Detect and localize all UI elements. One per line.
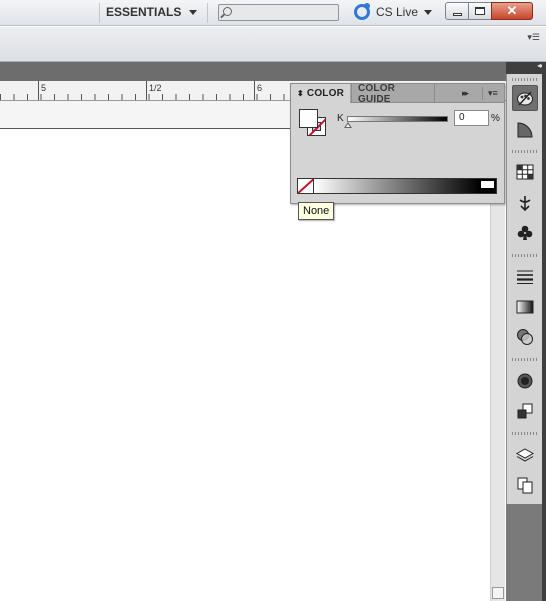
color-panel: ⬍ COLOR COLOR GUIDE ▸▸ ▾≡ K 0 %: [290, 83, 505, 204]
chevron-down-icon: [189, 9, 198, 15]
color-panel-dock-button[interactable]: [512, 85, 538, 111]
close-button[interactable]: ✕: [491, 2, 533, 20]
workspace-label: ESSENTIALS: [106, 5, 182, 19]
search-icon: [223, 7, 232, 16]
cs-live-menu[interactable]: CS Live: [354, 3, 433, 21]
dock-grip[interactable]: [512, 78, 538, 81]
transparency-dock-button[interactable]: [512, 324, 538, 350]
ruler-major-tick: [254, 81, 255, 100]
artboards-dock-button[interactable]: [512, 472, 538, 498]
cs-live-icon: [354, 3, 370, 20]
ruler-major-tick: [38, 81, 39, 100]
fill-swatch[interactable]: [299, 109, 318, 128]
tab-color[interactable]: ⬍ COLOR: [291, 84, 350, 103]
swatches-palette-icon: [517, 91, 533, 106]
swatches-dock-button[interactable]: [512, 159, 538, 185]
expand-panel-icon[interactable]: ▸▸: [462, 88, 469, 99]
title-separator: [99, 3, 100, 23]
panel-menu-icon[interactable]: ▾≡: [488, 88, 498, 99]
title-separator: [207, 3, 208, 23]
tab-color-guide-label: COLOR GUIDE: [358, 82, 396, 105]
gradient-dock-button[interactable]: [512, 294, 538, 320]
symbols-dock-button[interactable]: [512, 220, 538, 246]
chevron-down-icon: [424, 9, 433, 15]
application-title-bar: ESSENTIALS CS Live ✕: [0, 0, 546, 26]
k-slider-thumb[interactable]: [344, 122, 352, 128]
collapse-toggle-icon[interactable]: ⬍: [297, 89, 304, 98]
ruler-label: 1/2: [149, 83, 162, 93]
dock-header[interactable]: ◂◂: [506, 61, 546, 74]
k-channel-slider[interactable]: [347, 116, 448, 122]
none-swatch[interactable]: [298, 179, 314, 193]
graphic-styles-dock-button[interactable]: [512, 398, 538, 424]
dock-empty-area: [506, 504, 542, 601]
cs-live-label: CS Live: [376, 5, 419, 19]
appearance-dock-button[interactable]: [512, 368, 538, 394]
ruler-label: 5: [41, 83, 47, 93]
color-guide-dock-button[interactable]: [512, 117, 538, 143]
expand-dock-icon[interactable]: ◂◂: [537, 61, 543, 70]
graphic-styles-icon: [517, 403, 533, 419]
appearance-icon: [517, 373, 533, 389]
tab-color-guide[interactable]: COLOR GUIDE: [351, 82, 435, 105]
close-icon: ✕: [506, 3, 518, 18]
workspace-switcher[interactable]: ESSENTIALS: [106, 3, 198, 21]
panel-dock: [506, 74, 542, 504]
scroll-down-button[interactable]: [492, 587, 504, 599]
symbol-sprayer-icon: [519, 196, 531, 212]
menu-separator: [482, 87, 483, 100]
swatch-grid-icon: [516, 164, 534, 180]
color-panel-tabs: ⬍ COLOR COLOR GUIDE ▸▸ ▾≡: [291, 82, 504, 105]
maximize-icon: [475, 7, 485, 15]
transparency-icon: [517, 329, 533, 345]
layers-icon: [516, 448, 534, 462]
window-controls: ✕: [445, 2, 533, 20]
control-bar: ▾☰: [0, 27, 546, 62]
dock-grip[interactable]: [512, 150, 538, 153]
white-swatch[interactable]: [481, 181, 494, 188]
dock-grip[interactable]: [512, 358, 538, 361]
dock-grip[interactable]: [512, 254, 538, 257]
k-value-field[interactable]: 0: [454, 110, 489, 126]
artboards-icon: [517, 477, 533, 494]
dock-edge: [542, 62, 546, 601]
ruler-label: 6: [257, 83, 263, 93]
percent-label: %: [491, 113, 500, 124]
ruler-major-tick: [146, 81, 147, 100]
lines-icon: [517, 270, 533, 284]
tooltip: None: [298, 202, 335, 220]
document-tab-strip: [0, 62, 506, 81]
dock-grip[interactable]: [512, 432, 538, 435]
color-guide-icon: [517, 122, 533, 138]
tab-color-label: COLOR: [306, 88, 345, 99]
brushes-dock-button[interactable]: [512, 190, 538, 216]
club-symbol-icon: [517, 225, 533, 240]
minimize-icon: [452, 12, 462, 16]
stroke-dock-button[interactable]: [512, 264, 538, 290]
maximize-button[interactable]: [468, 2, 492, 20]
control-panel-menu-icon[interactable]: ▾☰: [527, 32, 540, 43]
k-channel-label: K: [337, 113, 344, 124]
minimize-button[interactable]: [445, 2, 469, 20]
layers-dock-button[interactable]: [512, 442, 538, 468]
search-input[interactable]: [218, 4, 339, 21]
gradient-icon: [516, 300, 534, 314]
color-spectrum-ramp[interactable]: [297, 178, 497, 194]
